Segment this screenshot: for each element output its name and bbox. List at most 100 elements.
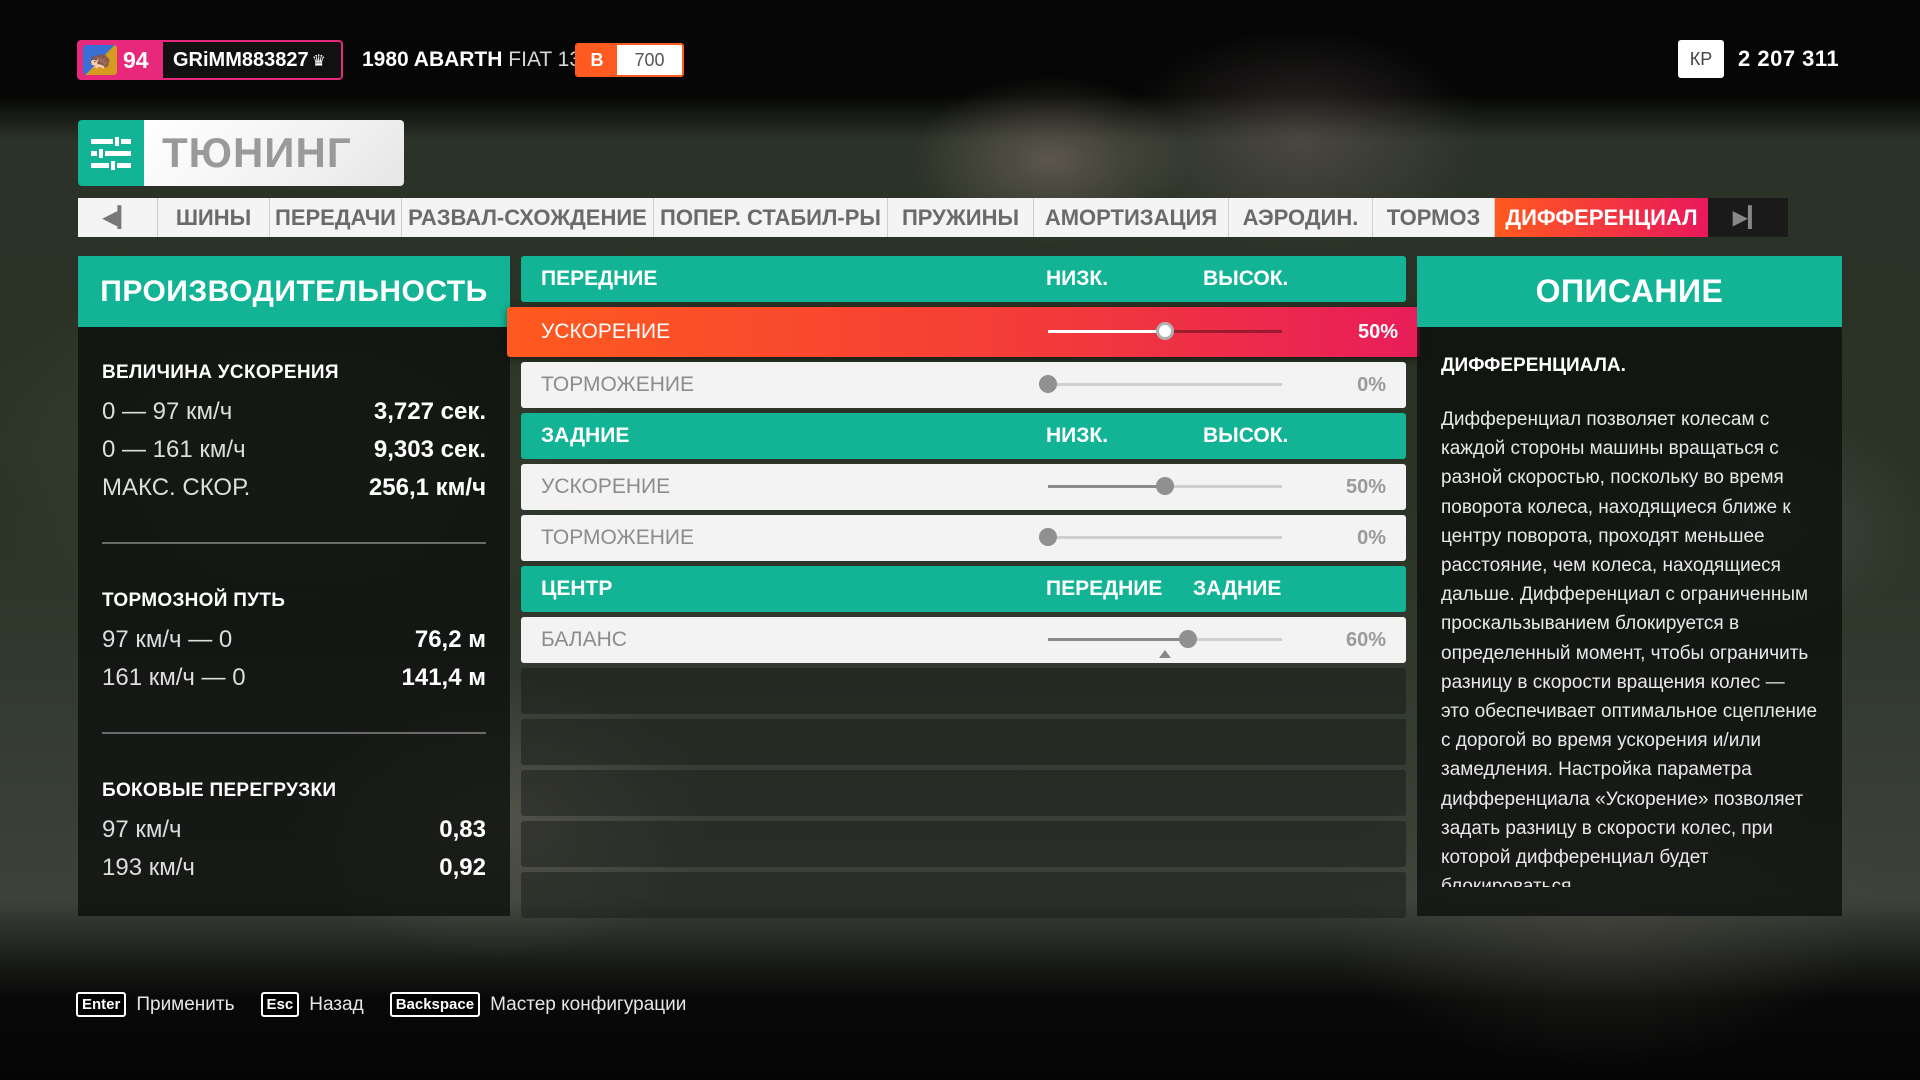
stat-label: МАКС. СКОР. — [102, 474, 251, 501]
section-title: ЗАДНИЕ — [541, 424, 630, 447]
acceleration-title: ВЕЛИЧИНА УСКОРЕНИЯ — [102, 362, 339, 383]
front-section-header: ПЕРЕДНИЕ НИЗК. ВЫСОК. — [521, 256, 1406, 302]
slider-fill — [1048, 485, 1165, 488]
rear-decel-slider-row[interactable]: ТОРМОЖЕНИЕ 0% — [521, 515, 1406, 561]
stat-value: 3,727 сек. — [373, 398, 486, 425]
tab-aero[interactable]: АЭРОДИН. — [1229, 198, 1373, 237]
default-marker-icon — [1159, 650, 1171, 658]
front-accel-slider-row[interactable]: УСКОРЕНИЕ 50% — [507, 307, 1420, 357]
performance-panel: ПРОИЗВОДИТЕЛЬНОСТЬ ВЕЛИЧИНА УСКОРЕНИЯ 0 … — [78, 256, 510, 916]
tab-alignment[interactable]: РАЗВАЛ-СХОЖДЕНИЕ — [402, 198, 654, 237]
front-decel-slider-row[interactable]: ТОРМОЖЕНИЕ 0% — [521, 362, 1406, 408]
performance-title: ПРОИЗВОДИТЕЛЬНОСТЬ — [78, 256, 510, 327]
slider-fill — [1048, 638, 1189, 641]
setting-label: ТОРМОЖЕНИЕ — [541, 373, 695, 396]
setting-value: 50% — [1357, 320, 1398, 343]
stat-row: 97 км/ч — 0 76,2 м — [102, 626, 486, 654]
setting-label: УСКОРЕНИЕ — [541, 320, 671, 343]
enter-key[interactable]: Enter — [76, 992, 127, 1017]
setting-label: ТОРМОЖЕНИЕ — [541, 526, 695, 549]
description-subtitle: ДИФФЕРЕНЦИАЛА. — [1441, 355, 1626, 376]
description-text: Дифференциал позволяет колесам с каждой … — [1441, 409, 1818, 887]
tab-brakes[interactable]: ТОРМОЗ — [1373, 198, 1495, 237]
setup-wizard-action[interactable]: Мастер конфигурации — [490, 994, 686, 1016]
rear-decel-slider[interactable] — [1039, 528, 1282, 546]
front-decel-slider[interactable] — [1039, 375, 1282, 393]
tab-next-icon[interactable]: ▶▎ — [1708, 198, 1788, 237]
rear-accel-slider-row[interactable]: УСКОРЕНИЕ 50% — [521, 464, 1406, 510]
braking-title: ТОРМОЗНОЙ ПУТЬ — [102, 590, 286, 611]
setting-label: УСКОРЕНИЕ — [541, 475, 671, 498]
stat-label: 97 км/ч — 0 — [102, 626, 233, 653]
front-label: ПЕРЕДНИЕ — [1046, 577, 1163, 600]
crown-icon: ♛ — [311, 52, 326, 70]
player-badge: 🦔 94 GRiMM883827 ♛ — [77, 40, 343, 80]
slider-knob[interactable] — [1156, 322, 1174, 340]
gamertag: GRiMM883827 ♛ — [163, 49, 326, 72]
setting-value: 50% — [1345, 475, 1386, 498]
empty-rows — [521, 668, 1406, 918]
stat-value: 141,4 м — [401, 664, 486, 691]
tab-gearing[interactable]: ПЕРЕДАЧИ — [270, 198, 402, 237]
stat-row: 0 — 161 км/ч 9,303 сек. — [102, 436, 486, 464]
credits: КР 2 207 311 — [1678, 40, 1839, 78]
stat-row: 97 км/ч 0,83 — [102, 816, 486, 844]
tuning-tabs: ◀▎ ШИНЫ ПЕРЕДАЧИ РАЗВАЛ-СХОЖДЕНИЕ ПОПЕР.… — [78, 198, 1798, 237]
rear-section-header: ЗАДНИЕ НИЗК. ВЫСОК. — [521, 413, 1406, 459]
stat-value: 76,2 м — [414, 626, 486, 653]
center-balance-slider[interactable] — [1048, 630, 1282, 658]
stat-value: 0,83 — [439, 816, 486, 843]
apply-action[interactable]: Применить — [136, 994, 234, 1016]
setting-label: БАЛАНС — [541, 628, 627, 651]
gamertag-text: GRiMM883827 — [173, 48, 309, 71]
tab-springs[interactable]: ПРУЖИНЫ — [888, 198, 1034, 237]
front-accel-slider[interactable] — [1048, 322, 1282, 340]
player-level-block: 🦔 94 — [79, 42, 163, 78]
performance-index-badge: B 700 — [575, 43, 684, 77]
setting-value: 0% — [1357, 373, 1386, 396]
slider-knob[interactable] — [1156, 477, 1174, 495]
divider — [102, 732, 486, 734]
pi-value: 700 — [617, 45, 682, 75]
tab-differential[interactable]: ДИФФЕРЕНЦИАЛ — [1495, 198, 1708, 237]
description-panel: ОПИСАНИЕ ДИФФЕРЕНЦИАЛА. Дифференциал поз… — [1417, 256, 1842, 916]
rear-accel-slider[interactable] — [1048, 477, 1282, 495]
stat-value: 256,1 км/ч — [368, 474, 486, 501]
low-label: НИЗК. — [1046, 424, 1109, 447]
stat-value: 9,303 сек. — [373, 436, 486, 463]
stat-row: 193 км/ч 0,92 — [102, 854, 486, 882]
stat-label: 161 км/ч — 0 — [102, 664, 246, 691]
car-name: 1980 ABARTH FIAT 131 — [362, 48, 593, 72]
center-section-header: ЦЕНТР ПЕРЕДНИЕ ЗАДНИЕ — [521, 566, 1406, 612]
rear-label: ЗАДНИЕ — [1193, 577, 1282, 600]
description-body[interactable]: ДИФФЕРЕНЦИАЛА. Дифференциал позволяет ко… — [1417, 327, 1842, 887]
car-year-make: 1980 ABARTH — [362, 48, 503, 71]
stat-row: 0 — 97 км/ч 3,727 сек. — [102, 398, 486, 426]
credits-value: 2 207 311 — [1738, 46, 1840, 71]
section-title: ПЕРЕДНИЕ — [541, 267, 658, 290]
high-label: ВЫСОК. — [1203, 267, 1289, 290]
tab-tires[interactable]: ШИНЫ — [158, 198, 270, 237]
setting-value: 60% — [1345, 628, 1386, 651]
stat-row: МАКС. СКОР. 256,1 км/ч — [102, 474, 486, 502]
stat-label: 97 км/ч — [102, 816, 182, 843]
player-level: 94 — [123, 46, 149, 73]
center-balance-slider-row[interactable]: БАЛАНС 60% — [521, 617, 1406, 663]
pi-class: B — [577, 45, 617, 75]
tuning-sliders-icon — [78, 120, 144, 186]
slider-knob[interactable] — [1179, 630, 1198, 648]
lateral-g-title: БОКОВЫЕ ПЕРЕГРУЗКИ — [102, 780, 337, 801]
page-title: ТЮНИНГ — [144, 120, 404, 186]
footer-hints: Enter Применить Esc Назад Backspace Маст… — [76, 992, 712, 1017]
stat-label: 0 — 97 км/ч — [102, 398, 233, 425]
slider-knob[interactable] — [1039, 375, 1057, 393]
stat-label: 193 км/ч — [102, 854, 195, 881]
slider-knob[interactable] — [1039, 528, 1057, 546]
tab-antiroll-bars[interactable]: ПОПЕР. СТАБИЛ-РЫ — [654, 198, 888, 237]
backspace-key[interactable]: Backspace — [389, 992, 481, 1017]
esc-key[interactable]: Esc — [260, 992, 300, 1017]
tab-prev-icon[interactable]: ◀▎ — [78, 198, 158, 237]
tab-damping[interactable]: АМОРТИЗАЦИЯ — [1034, 198, 1229, 237]
back-action[interactable]: Назад — [309, 994, 363, 1016]
slider-fill — [1048, 330, 1165, 333]
